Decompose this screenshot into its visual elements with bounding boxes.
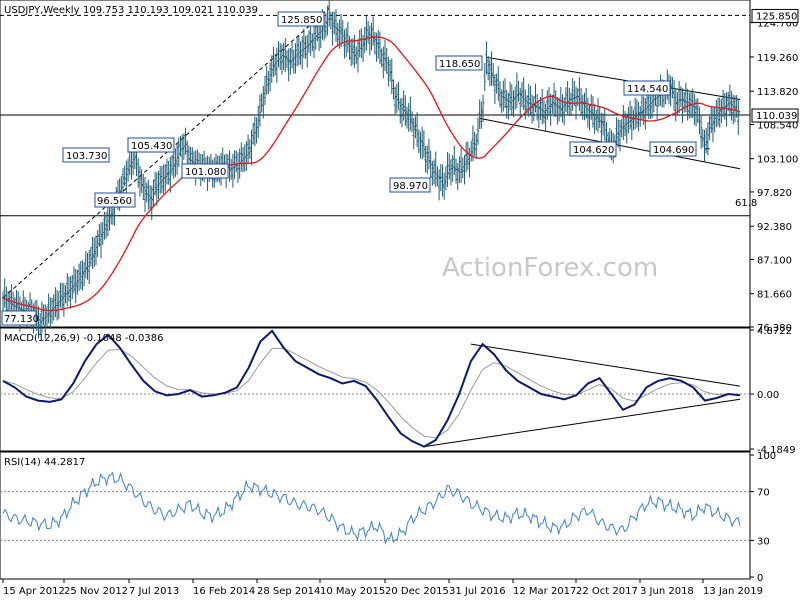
x-tick-label: 22 Oct 2017 <box>576 586 638 597</box>
x-tick-label: 15 Apr 2012 <box>3 586 65 597</box>
macd-layer <box>0 329 750 448</box>
label-118650: 118.650 <box>439 59 480 70</box>
x-tick-label: 7 Jul 2013 <box>129 586 179 597</box>
label-box-103730: 103.730 <box>62 147 110 163</box>
x-tick-label: 13 Jan 2019 <box>703 586 763 597</box>
label-114540: 114.540 <box>627 84 668 95</box>
label-box-125850: 125.850 <box>277 11 325 27</box>
rsi-tick-label: 100 <box>757 451 776 462</box>
x-tick-label: 31 Jul 2016 <box>449 586 506 597</box>
chart-ohlc: 109.753 110.193 109.021 110.039 <box>83 5 258 16</box>
label-77130: 77.130 <box>4 314 39 325</box>
price-tick-label: 87.100 <box>757 255 792 266</box>
x-tick-label: 28 Sep 2014 <box>257 586 320 597</box>
label-box-118650: 118.650 <box>435 55 483 71</box>
x-tick-label: 3 Jun 2018 <box>640 586 694 597</box>
top-price-label: 125.850 <box>756 11 797 22</box>
label-96560: 96.560 <box>97 196 132 207</box>
label-box-98970: 98.970 <box>389 177 431 193</box>
rsi-tick-label: 70 <box>757 488 770 499</box>
rsi-line <box>2 471 741 545</box>
rsi-axis: 100 70 30 0 <box>750 451 776 584</box>
label-98970: 98.970 <box>393 181 428 192</box>
label-104690: 104.690 <box>653 145 694 156</box>
label-box-101080: 101.080 <box>181 163 229 179</box>
channel-upper-line <box>486 56 741 101</box>
chart-symbol: USDJPY,Weekly <box>4 5 80 16</box>
price-tick-label: 119.260 <box>757 53 798 64</box>
price-tick-label: 113.820 <box>757 87 798 98</box>
price-tick-label: 103.100 <box>757 155 798 166</box>
label-box-77130: 77.130 <box>1 310 39 326</box>
macd-title: MACD(12,26,9) -0.1048 -0.0386 <box>4 333 164 344</box>
label-box-114540: 114.540 <box>623 80 671 96</box>
x-axis: 15 Apr 2012 25 Nov 2012 7 Jul 2013 16 Feb 2… <box>2 579 763 597</box>
label-101080: 101.080 <box>185 167 226 178</box>
macd-axis: 4.87220.00-4.1849 <box>750 326 796 456</box>
rsi-tick-label: 30 <box>757 536 770 547</box>
x-tick-label: 16 Feb 2014 <box>193 586 255 597</box>
x-tick-label: 12 Mar 2017 <box>513 586 576 597</box>
price-tick-label: 97.820 <box>757 188 792 199</box>
label-103730: 103.730 <box>66 151 107 162</box>
rsi-layer <box>0 471 750 545</box>
macd-panel-frame <box>0 327 751 452</box>
rsi-title: RSI(14) 44.2817 <box>4 457 85 468</box>
macd-tick-label: 4.8722 <box>757 326 792 337</box>
price-tick-label: 92.380 <box>757 222 792 233</box>
label-125850: 125.850 <box>281 15 322 26</box>
x-tick-label: 25 Nov 2012 <box>64 586 128 597</box>
label-105430: 105.430 <box>131 141 172 152</box>
label-box-96560: 96.560 <box>94 192 136 208</box>
macd-triangle-lower <box>424 398 741 448</box>
label-box-104690: 104.690 <box>649 141 697 157</box>
fib-label: 61.8 <box>735 198 757 209</box>
price-layer <box>0 0 750 339</box>
price-tick-label: 81.660 <box>757 290 792 301</box>
chart-svg: ActionForex.com USDJPY,Weekly 109.753 11… <box>0 0 799 597</box>
x-tick-label: 20 Dec 2015 <box>385 586 449 597</box>
x-tick-label: 10 May 2015 <box>320 586 385 597</box>
label-104620: 104.620 <box>573 145 614 156</box>
macd-tick-label: 0.00 <box>757 390 779 401</box>
macd-line <box>2 329 741 448</box>
watermark: ActionForex.com <box>442 253 658 283</box>
label-box-105430: 105.430 <box>127 137 175 153</box>
price-axis: 124.700119.260113.820108.540103.10097.82… <box>750 8 799 334</box>
label-box-104620: 104.620 <box>569 141 617 157</box>
macd-triangle-upper <box>470 343 741 387</box>
current-price-label: 110.039 <box>756 111 797 122</box>
rsi-tick-label: 0 <box>757 573 763 584</box>
